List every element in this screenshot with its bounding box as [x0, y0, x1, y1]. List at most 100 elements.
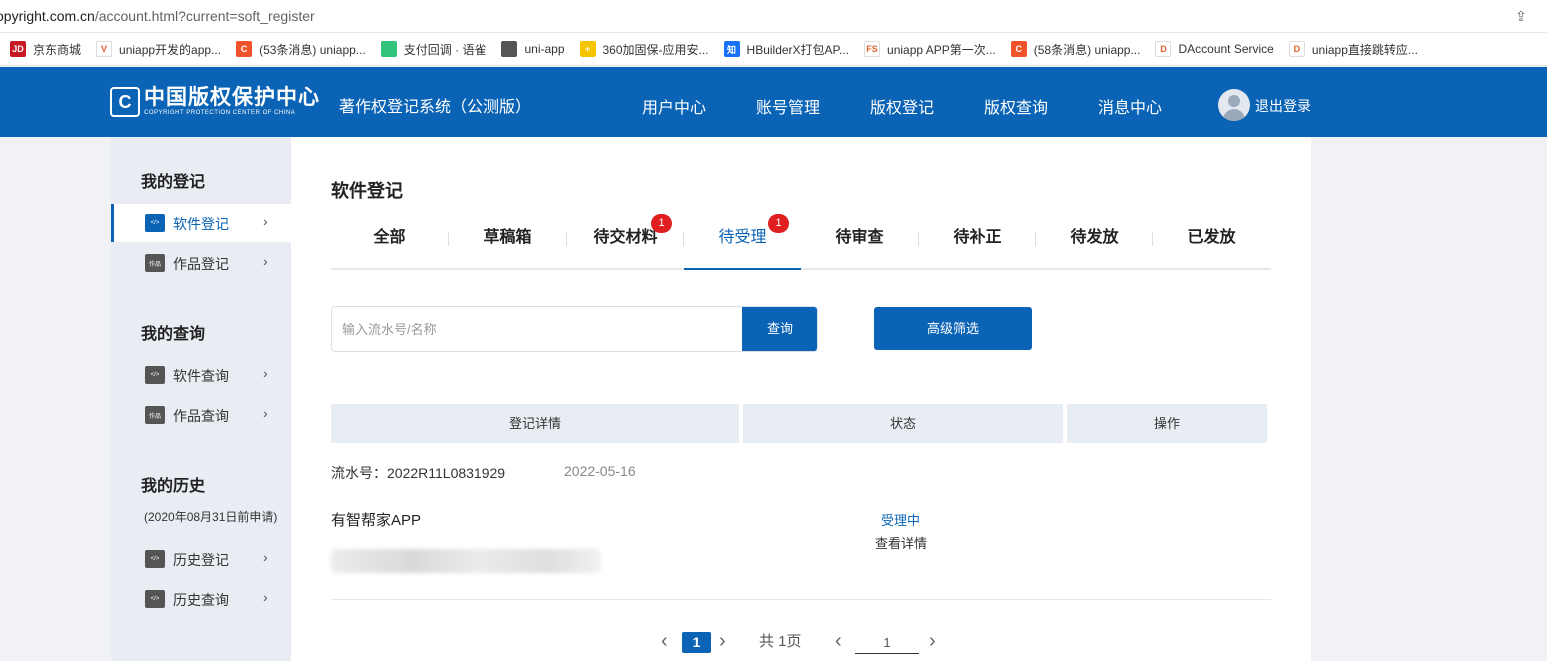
column-header-actions: 操作: [1067, 404, 1267, 443]
bookmark-label: uni-app: [524, 42, 565, 56]
sidebar-item-software-registration[interactable]: </> 软件登记 ›: [111, 204, 291, 242]
bookmark-label: 京东商城: [33, 42, 82, 57]
dcloud-icon: D: [1155, 41, 1172, 57]
advanced-filter-button[interactable]: 高级筛选: [874, 307, 1032, 350]
notification-badge: 1: [651, 214, 672, 233]
sidebar-item-works-registration[interactable]: 作品 作品登记 ›: [111, 244, 291, 282]
sidebar-item-history-registration[interactable]: </> 历史登记 ›: [111, 540, 291, 578]
yuque-icon: [380, 41, 397, 57]
uniapp-icon: V: [96, 41, 113, 57]
row-divider: [331, 599, 1271, 600]
current-page[interactable]: 1: [682, 632, 711, 653]
software-icon: </>: [145, 550, 165, 568]
nav-copyright-registration[interactable]: 版权登记: [870, 94, 934, 118]
sidebar-section-my-registration: 我的登记: [141, 174, 206, 191]
serial-number: 流水号：2022R11L0831929: [331, 465, 506, 481]
tab-pending-materials[interactable]: 待交材料 1: [567, 214, 684, 270]
software-icon: </>: [145, 366, 165, 384]
bookmark-label: uniapp直接跳转应...: [1311, 42, 1418, 57]
nav-copyright-query[interactable]: 版权查询: [984, 94, 1048, 118]
bookmark-item[interactable]: uni-app: [501, 37, 565, 61]
next-page-icon[interactable]: ›: [719, 630, 726, 652]
notification-badge: 1: [768, 214, 789, 233]
nav-account-management[interactable]: 账号管理: [756, 94, 820, 118]
bookmark-item[interactable]: 支付回调 · 语雀: [380, 37, 487, 61]
chevron-right-icon: ›: [263, 365, 268, 381]
page-jump-input[interactable]: [855, 632, 919, 654]
works-icon: 作品: [145, 406, 165, 424]
bookmark-item[interactable]: Vuniapp开发的app...: [96, 37, 221, 61]
prev-page-icon[interactable]: ‹: [661, 630, 668, 652]
column-header-status: 状态: [743, 404, 1063, 443]
status-badge: 受理中: [881, 513, 921, 528]
bookmark-item[interactable]: D DAccount Service: [1155, 37, 1274, 61]
page-title: 软件登记: [331, 181, 403, 201]
nav-user-center[interactable]: 用户中心: [642, 94, 706, 118]
bookmark-item[interactable]: C (53条消息) uniapp...: [236, 37, 366, 61]
status-tabs: 全部 草稿箱 待交材料 1 待受理 1 待审查 待补正 待发放 已发放: [331, 214, 1271, 270]
sidebar-section-my-history: 我的历史: [141, 478, 206, 495]
bookmark-item[interactable]: FS uniapp APP第一次...: [864, 37, 996, 61]
bookmarks-bar: JD 京东商城 Vuniapp开发的app... C (53条消息) uniapp...…: [0, 33, 1547, 66]
bookmark-label: 360加固保-应用安...: [602, 42, 709, 57]
url-text[interactable]: opyright.com.cn/account.html?current=sof…: [0, 8, 315, 24]
avatar[interactable]: [1218, 89, 1250, 121]
logout-link[interactable]: 退出登录: [1255, 96, 1311, 116]
cpcc-logo[interactable]: C 中国版权保护中心 COPYRIGHT PROTECTION CENTER O…: [110, 85, 320, 119]
sidebar-item-works-query[interactable]: 作品 作品查询 ›: [111, 396, 291, 434]
column-header-details: 登记详情: [331, 404, 739, 443]
tab-all[interactable]: 全部: [331, 222, 448, 270]
bookmark-label: (58条消息) uniapp...: [1033, 42, 1141, 57]
bookmark-item[interactable]: Duniapp直接跳转应...: [1288, 37, 1418, 61]
sidebar-item-label: 软件查询: [173, 368, 229, 384]
fs-icon: FS: [864, 41, 881, 57]
chevron-right-icon: ›: [263, 213, 268, 229]
view-details-link[interactable]: 查看详情: [875, 533, 927, 552]
sidebar-item-history-query[interactable]: </> 历史查询 ›: [111, 580, 291, 618]
sidebar-item-label: 作品查询: [173, 408, 229, 424]
software-icon: </>: [145, 214, 165, 232]
copyright-logo-icon: C: [110, 87, 140, 117]
chevron-right-icon: ›: [263, 405, 268, 421]
360-icon: +: [579, 41, 596, 57]
bookmark-label: HBuilderX打包AP...: [746, 42, 850, 57]
record-date: 2022-05-16: [564, 463, 636, 479]
sidebar-item-label: 作品登记: [173, 256, 229, 272]
tab-issued[interactable]: 已发放: [1153, 222, 1270, 270]
search-button[interactable]: 查询: [742, 307, 817, 351]
nav-message-center[interactable]: 消息中心: [1098, 94, 1162, 118]
logo-title: 中国版权保护中心: [144, 86, 320, 109]
search-input[interactable]: [332, 307, 742, 351]
globe-icon: [501, 41, 518, 57]
share-icon[interactable]: ⇪: [1513, 8, 1529, 24]
tab-pending-acceptance[interactable]: 待受理 1: [684, 214, 801, 270]
next-page-icon[interactable]: ›: [929, 630, 936, 652]
csdn-icon: C: [1010, 41, 1027, 57]
bookmark-label: DAccount Service: [1178, 42, 1274, 56]
tab-pending-review[interactable]: 待审查: [801, 222, 918, 270]
zhihu-icon: 知: [723, 41, 740, 57]
sidebar-item-software-query[interactable]: </> 软件查询 ›: [111, 356, 291, 394]
site-header: C 中国版权保护中心 COPYRIGHT PROTECTION CENTER O…: [0, 67, 1547, 137]
tab-drafts[interactable]: 草稿箱: [449, 222, 566, 270]
tab-pending-correction[interactable]: 待补正: [919, 222, 1036, 270]
dcloud-icon: D: [1288, 41, 1305, 57]
bookmark-item[interactable]: 知 HBuilderX打包AP...: [723, 37, 850, 61]
bookmark-label: uniapp开发的app...: [119, 42, 222, 57]
prev-page-icon[interactable]: ‹: [835, 630, 842, 652]
chevron-right-icon: ›: [263, 549, 268, 565]
bookmark-item[interactable]: +360加固保-应用安...: [579, 37, 709, 61]
system-name: 著作权登记系统（公测版）: [339, 99, 532, 116]
logo-subtitle: COPYRIGHT PROTECTION CENTER OF CHINA: [144, 110, 296, 116]
address-bar[interactable]: opyright.com.cn/account.html?current=sof…: [0, 0, 1547, 33]
bookmark-label: 支付回调 · 语雀: [403, 42, 487, 57]
total-pages: 共 1页: [759, 633, 802, 650]
history-note: (2020年08月31日前申请): [144, 510, 278, 524]
chevron-right-icon: ›: [263, 589, 268, 605]
bookmark-item[interactable]: JD 京东商城: [10, 37, 81, 61]
works-icon: 作品: [145, 254, 165, 272]
main-panel: 软件登记 全部 草稿箱 待交材料1 待受理1 待审查 待补正 待发放 已发放 查…: [291, 137, 1311, 661]
tab-pending-issuance[interactable]: 待发放: [1036, 222, 1153, 270]
bookmark-item[interactable]: C (58条消息) uniapp...: [1010, 37, 1141, 61]
software-icon: </>: [145, 590, 165, 608]
